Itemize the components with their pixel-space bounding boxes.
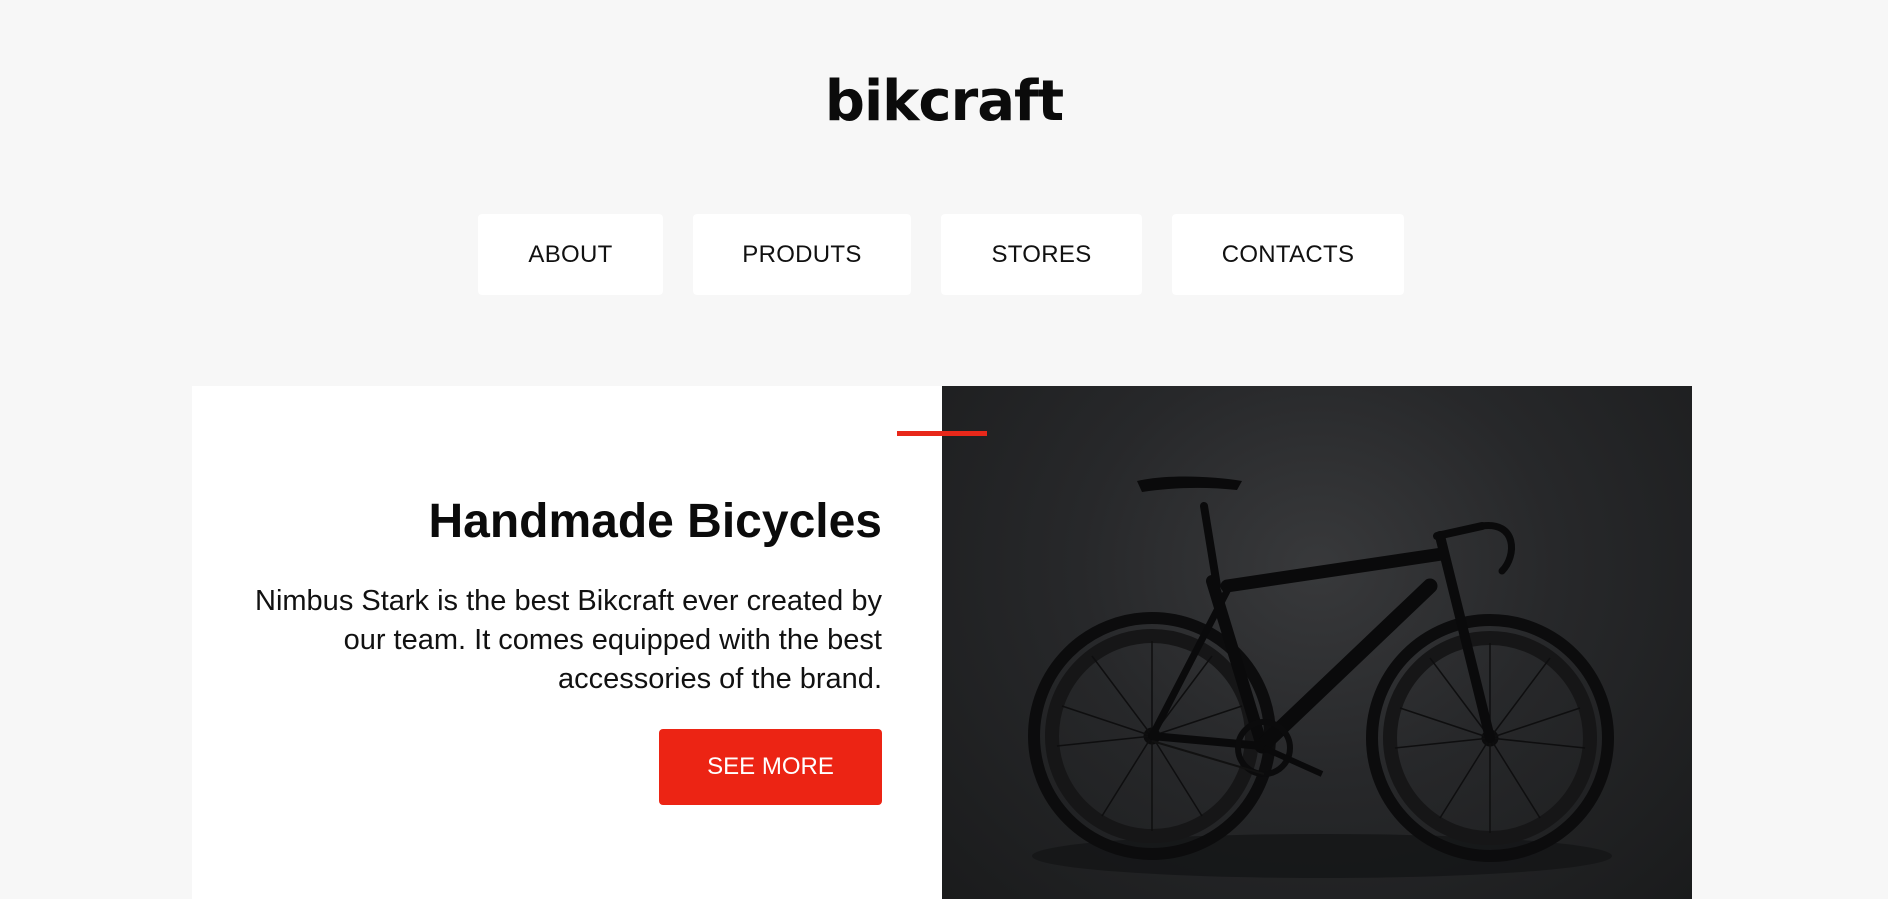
main-nav: ABOUT PRODUTS STORES CONTACTS [478, 214, 1404, 295]
hero-section: Handmade Bicycles Nimbus Stark is the be… [192, 386, 1692, 899]
page: bikcraft ABOUT PRODUTS STORES CONTACTS H… [0, 0, 1888, 899]
accent-line [897, 431, 987, 436]
bicycle-photo [942, 386, 1692, 899]
hero-description: Nimbus Stark is the best Bikcraft ever c… [255, 585, 882, 695]
nav-item-contacts[interactable]: CONTACTS [1172, 214, 1404, 295]
see-more-button[interactable]: SEE MORE [659, 729, 882, 805]
saddle [1137, 476, 1242, 492]
hero-title: Handmade Bicycles [428, 495, 882, 548]
bicycle-frame [1148, 502, 1516, 754]
bicycle-illustration [1028, 476, 1614, 878]
brand-logo[interactable]: bikcraft [0, 62, 1888, 142]
hero-text-panel: Handmade Bicycles Nimbus Stark is the be… [192, 386, 987, 899]
nav-item-products[interactable]: PRODUTS [693, 214, 911, 295]
nav-item-about[interactable]: ABOUT [478, 214, 663, 295]
nav-item-stores[interactable]: STORES [941, 214, 1142, 295]
